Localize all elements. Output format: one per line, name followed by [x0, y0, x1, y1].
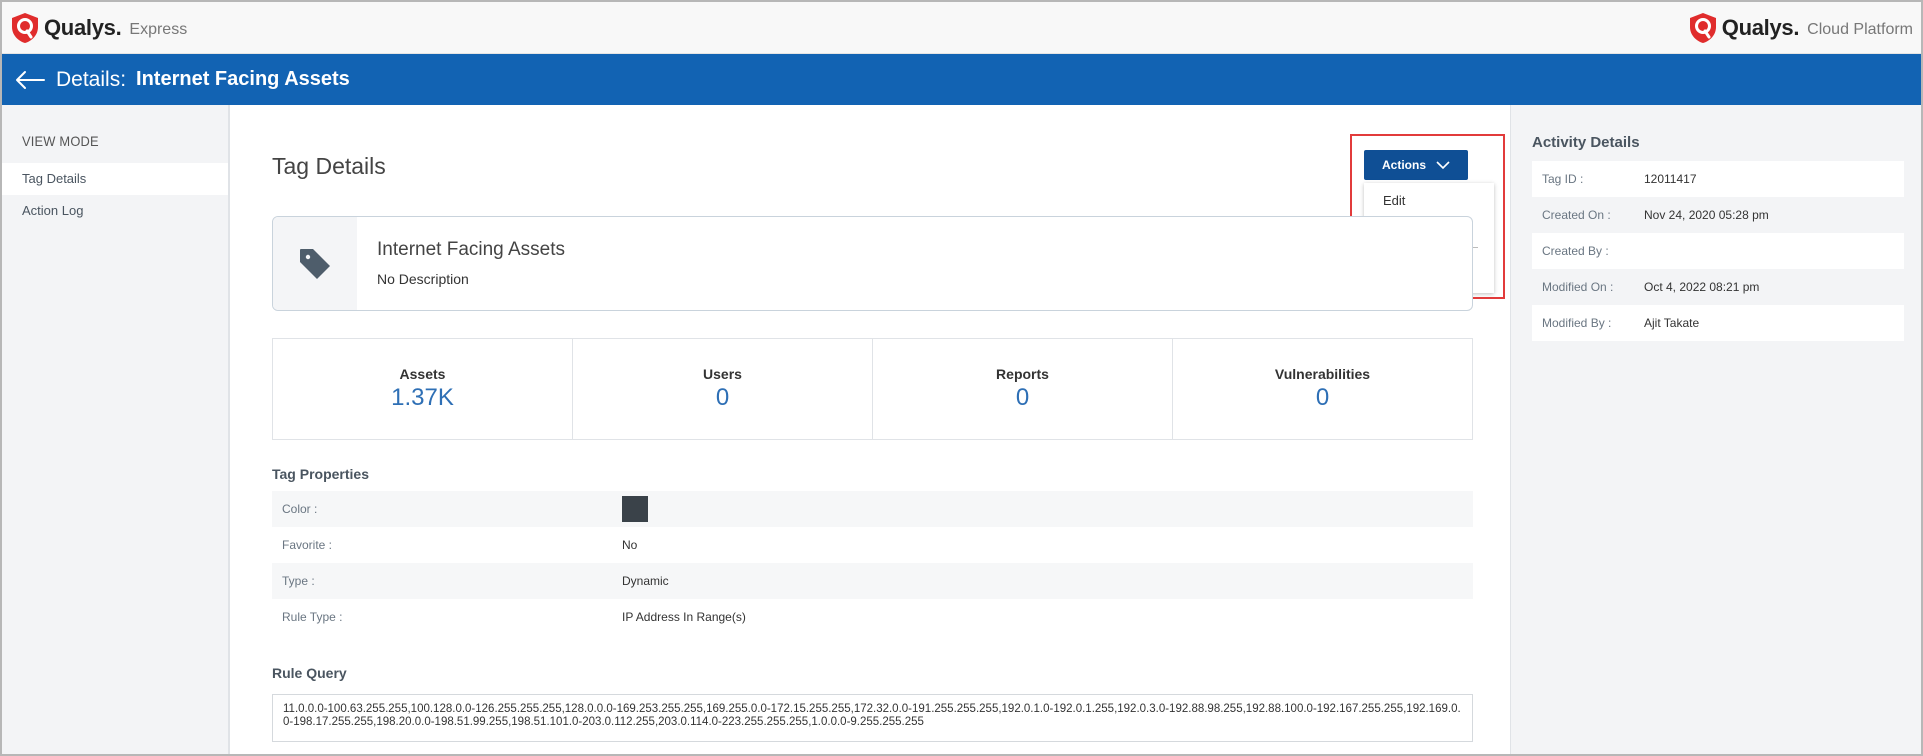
- stat-label: Assets: [399, 366, 446, 382]
- property-value: Dynamic: [622, 574, 669, 588]
- property-row-rule-type: Rule Type : IP Address In Range(s): [272, 599, 1473, 635]
- property-value: [622, 496, 648, 522]
- property-key: Rule Type :: [282, 610, 343, 624]
- menu-item-edit[interactable]: Edit: [1364, 187, 1494, 215]
- tag-summary-card: Internet Facing Assets No Description: [272, 216, 1473, 311]
- activity-row-modified-on: Modified On : Oct 4, 2022 08:21 pm: [1532, 269, 1904, 305]
- property-row-color: Color :: [272, 491, 1473, 527]
- property-value: No: [622, 538, 638, 552]
- activity-value: Ajit Takate: [1644, 316, 1700, 330]
- stat-label: Users: [703, 366, 742, 382]
- property-row-favorite: Favorite : No: [272, 527, 1473, 563]
- top-bar: Qualys. Express Qualys. Cloud Platform: [2, 2, 1921, 54]
- tag-icon-container: [273, 217, 357, 310]
- stat-value[interactable]: 1.37K: [273, 384, 572, 412]
- app-window: Qualys. Express Qualys. Cloud Platform D…: [0, 0, 1923, 756]
- activity-row-tag-id: Tag ID : 12011417: [1532, 161, 1904, 197]
- activity-row-created-by: Created By :: [1532, 233, 1904, 269]
- rule-query-text: 11.0.0.0-100.63.255.255,100.128.0.0-126.…: [272, 694, 1473, 742]
- stat-assets[interactable]: Assets 1.37K: [273, 339, 573, 439]
- tag-properties-title: Tag Properties: [272, 466, 369, 482]
- activity-value: Nov 24, 2020 05:28 pm: [1644, 208, 1769, 222]
- stat-value[interactable]: 0: [573, 384, 872, 412]
- qualys-cloud-platform-logo[interactable]: Qualys. Cloud Platform: [1688, 12, 1913, 44]
- actions-label: Actions: [1381, 158, 1426, 172]
- activity-row-modified-by: Modified By : Ajit Takate: [1532, 305, 1904, 341]
- color-swatch: [622, 496, 648, 522]
- main-content: Tag Details Actions Edit Mark as favorit…: [232, 105, 1510, 754]
- stat-reports[interactable]: Reports 0: [873, 339, 1173, 439]
- activity-key: Created By :: [1542, 244, 1609, 258]
- rule-query-title: Rule Query: [272, 665, 347, 681]
- tag-name: Internet Facing Assets: [377, 239, 565, 260]
- stat-users[interactable]: Users 0: [573, 339, 873, 439]
- stat-value[interactable]: 0: [1173, 384, 1472, 412]
- page-title: Tag Details: [272, 153, 386, 179]
- property-row-type: Type : Dynamic: [272, 563, 1473, 599]
- stat-value[interactable]: 0: [873, 384, 1172, 412]
- actions-button[interactable]: Actions: [1364, 150, 1468, 180]
- stat-label: Vulnerabilities: [1274, 366, 1371, 382]
- qualys-shield-icon: [12, 13, 38, 43]
- details-header: Details: Internet Facing Assets: [2, 54, 1921, 105]
- property-key: Favorite :: [282, 538, 333, 552]
- brand-name: Qualys.: [44, 15, 122, 40]
- activity-key: Modified By :: [1542, 316, 1612, 330]
- property-value: IP Address In Range(s): [622, 610, 746, 624]
- sidebar-heading: VIEW MODE: [22, 133, 99, 149]
- sidebar-item-action-log[interactable]: Action Log: [2, 195, 228, 227]
- activity-key: Created On :: [1542, 208, 1611, 222]
- activity-details-list: Tag ID : 12011417 Created On : Nov 24, 2…: [1532, 161, 1904, 341]
- stat-vulnerabilities[interactable]: Vulnerabilities 0: [1173, 339, 1472, 439]
- qualys-express-logo[interactable]: Qualys. Express: [10, 12, 187, 44]
- view-mode-sidebar: VIEW MODE Tag Details Action Log: [2, 105, 230, 754]
- activity-row-created-on: Created On : Nov 24, 2020 05:28 pm: [1532, 197, 1904, 233]
- property-key: Type :: [282, 574, 315, 588]
- tag-properties-table: Color : Favorite : No Type : Dynamic Rul…: [272, 491, 1473, 635]
- stat-label: Reports: [996, 366, 1049, 382]
- header-prefix: Details:: [56, 67, 127, 91]
- tag-stats: Assets 1.37K Users 0 Reports 0 Vulnerabi…: [272, 338, 1473, 440]
- header-title: Internet Facing Assets: [136, 68, 350, 90]
- tag-icon: [300, 248, 330, 279]
- chevron-down-icon: [1436, 160, 1450, 169]
- sidebar-item-tag-details[interactable]: Tag Details: [2, 163, 228, 195]
- activity-value: 12011417: [1644, 172, 1697, 186]
- qualys-shield-icon: [1689, 13, 1716, 43]
- product-name: Cloud Platform: [1807, 21, 1913, 38]
- product-name: Express: [129, 21, 188, 38]
- brand-name: Qualys.: [1721, 15, 1800, 40]
- back-arrow-icon[interactable]: [14, 68, 46, 92]
- activity-value: Oct 4, 2022 08:21 pm: [1644, 280, 1760, 294]
- tag-description: No Description: [377, 271, 469, 287]
- activity-key: Tag ID :: [1542, 172, 1584, 186]
- activity-details-panel: Activity Details Tag ID : 12011417 Creat…: [1510, 105, 1921, 754]
- activity-details-title: Activity Details: [1532, 134, 1640, 151]
- property-key: Color :: [282, 502, 318, 516]
- activity-key: Modified On :: [1542, 280, 1614, 294]
